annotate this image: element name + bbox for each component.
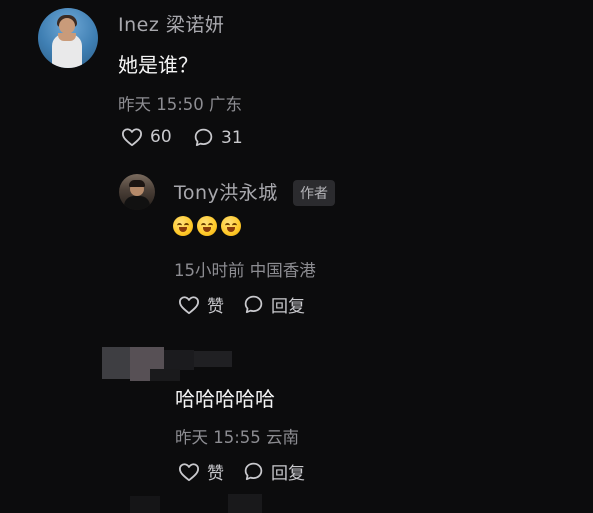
avatar-figure-head bbox=[59, 18, 75, 34]
reply-meta: 15小时前 中国香港 bbox=[174, 261, 316, 280]
reply-like-button[interactable]: 赞 bbox=[178, 292, 224, 317]
comment-text: 她是谁？ bbox=[118, 53, 198, 77]
second-reply-reply-label: 回复 bbox=[271, 464, 305, 484]
like-button[interactable]: 60 bbox=[121, 127, 172, 147]
comment-username[interactable]: Inez 梁诺妍 bbox=[118, 10, 224, 37]
avatar-figure-neck bbox=[58, 33, 76, 41]
laughing-emoji-icon bbox=[173, 216, 193, 236]
reply-username[interactable]: Tony洪永城 bbox=[174, 178, 278, 205]
reply-avatar-hair bbox=[129, 180, 145, 187]
second-reply-reply-button[interactable]: 回复 bbox=[243, 459, 305, 484]
heart-icon bbox=[122, 128, 142, 147]
reply-avatar-shoulders bbox=[124, 196, 150, 210]
second-reply-text: 哈哈哈哈哈 bbox=[175, 387, 275, 411]
second-reply-like-label: 赞 bbox=[207, 464, 224, 484]
heart-icon bbox=[179, 295, 199, 314]
reply-like-label: 赞 bbox=[207, 297, 224, 317]
comment-bubble-icon bbox=[244, 295, 263, 314]
like-count: 60 bbox=[150, 127, 172, 147]
reply-reply-label: 回复 bbox=[271, 297, 305, 317]
second-reply-like-button[interactable]: 赞 bbox=[178, 459, 224, 484]
reply-reply-button[interactable]: 回复 bbox=[243, 292, 305, 317]
next-item-pixelated bbox=[130, 490, 310, 513]
reply-count-button[interactable]: 31 bbox=[193, 127, 243, 148]
laughing-emoji-icon bbox=[221, 216, 241, 236]
avatar[interactable] bbox=[38, 8, 98, 68]
reply-count: 31 bbox=[221, 127, 243, 148]
laughing-emoji-icon bbox=[197, 216, 217, 236]
reply-avatar[interactable] bbox=[119, 174, 155, 210]
comment-meta: 昨天 15:50 广东 bbox=[118, 95, 243, 114]
second-reply-meta: 昨天 15:55 云南 bbox=[175, 428, 300, 447]
reply-emoji-row bbox=[173, 216, 245, 236]
heart-icon bbox=[179, 462, 199, 481]
author-badge: 作者 bbox=[293, 180, 335, 206]
pixelated-username bbox=[102, 347, 242, 381]
comment-bubble-icon bbox=[244, 462, 263, 481]
comment-bubble-icon bbox=[194, 128, 213, 147]
